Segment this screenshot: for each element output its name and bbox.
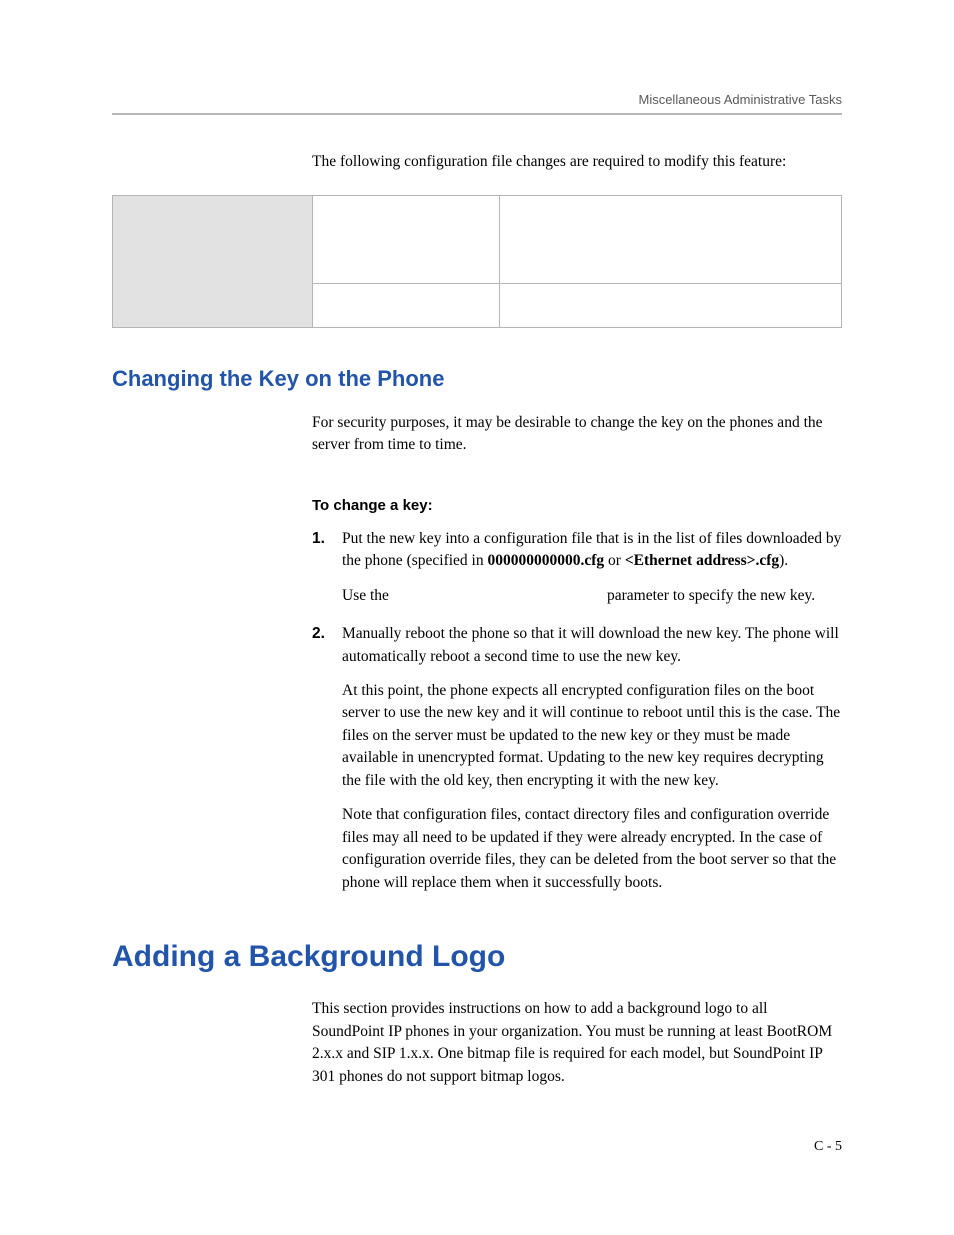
step1-bold1: 000000000000.cfg [487,552,604,569]
page-number: C - 5 [814,1139,842,1155]
step1-text-part2: ). [779,552,788,569]
table-cell [500,195,842,283]
table-cell [500,283,842,327]
table-row [113,195,842,283]
table-cell [313,195,500,283]
step2-para3: Note that configuration files, contact d… [342,804,842,894]
running-header: Miscellaneous Administrative Tasks [112,92,842,115]
section-heading-changing-key: Changing the Key on the Phone [112,366,842,392]
section-heading-background-logo: Adding a Background Logo [112,940,842,974]
step2-para1: Manually reboot the phone so that it wil… [342,625,839,664]
config-table [112,195,842,328]
intro-paragraph: The following configuration file changes… [312,151,842,173]
procedure-list: Put the new key into a configuration fil… [312,528,842,895]
step1-sub-a: Use the [342,585,607,607]
section2-para1: This section provides instructions on ho… [312,998,842,1088]
step1-bold2: <Ethernet address>.cfg [625,552,779,569]
step1-subpara: Use theparameter to specify the new key. [342,585,842,607]
table-label-cell [113,195,313,327]
section1-para1: For security purposes, it may be desirab… [312,412,842,457]
list-item: Manually reboot the phone so that it wil… [312,623,842,894]
list-item: Put the new key into a configuration fil… [312,528,842,607]
step1-mid: or [604,552,625,569]
table-cell [313,283,500,327]
procedure-heading: To change a key: [312,497,842,514]
step2-para2: At this point, the phone expects all enc… [342,680,842,792]
running-title: Miscellaneous Administrative Tasks [638,92,842,107]
step1-sub-b: parameter to specify the new key. [607,587,815,604]
